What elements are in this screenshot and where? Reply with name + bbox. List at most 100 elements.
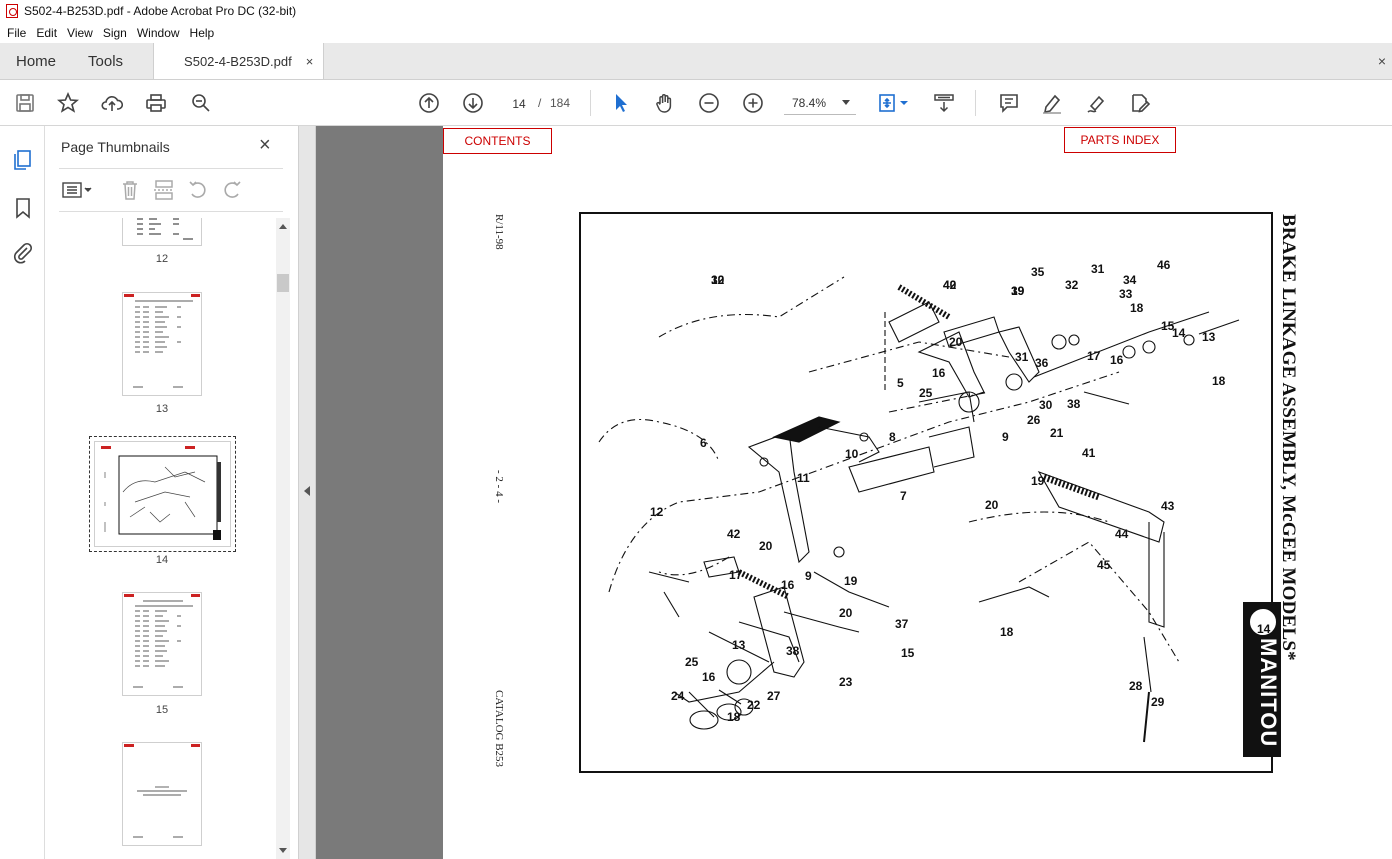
callout-number: 16	[781, 578, 795, 592]
callout-number: 9	[805, 569, 812, 583]
toolbar-divider	[590, 90, 591, 116]
page-number-input[interactable]: 14	[503, 92, 535, 114]
exploded-parts-diagram: 12 42 19353231344633181514 132031 36 17 161816…	[598, 258, 1271, 743]
callout-number: 20	[759, 539, 773, 553]
save-icon[interactable]	[13, 91, 37, 115]
upload-cloud-icon[interactable]	[100, 91, 124, 115]
callout-number: 43	[1161, 499, 1175, 513]
menu-help[interactable]: Help	[185, 26, 220, 40]
page-thumbnails-icon[interactable]	[11, 148, 35, 172]
contents-link[interactable]: CONTENTS	[443, 128, 552, 154]
callout-labels: 12 42 19353231344633181514 132031 36 17 161816…	[650, 258, 1271, 724]
highlight-pen-icon[interactable]	[1040, 91, 1064, 115]
chevron-down-icon[interactable]	[898, 91, 910, 115]
page-total: 184	[550, 96, 571, 110]
edit-pdf-icon[interactable]	[1128, 91, 1152, 115]
menu-view[interactable]: View	[62, 26, 98, 40]
callout-number: 41	[1082, 446, 1096, 460]
thumbnail-page[interactable]	[122, 742, 202, 846]
callout-number: 26	[1027, 413, 1041, 427]
sign-pen-icon[interactable]	[1084, 91, 1108, 115]
callout-number: 20	[985, 498, 999, 512]
select-cursor-icon[interactable]	[609, 91, 633, 115]
catalog-text: CATALOG B253	[493, 690, 505, 768]
rotate-left-icon[interactable]	[187, 179, 209, 204]
callout-number: 45	[1097, 558, 1111, 572]
tab-tools[interactable]: Tools	[72, 43, 139, 79]
callout-number: 25	[919, 386, 933, 400]
thumbnail-label: 13	[155, 403, 169, 415]
callout-number: 25	[685, 655, 699, 669]
callout-number: 30	[711, 273, 725, 287]
parts-index-link[interactable]: PARTS INDEX	[1064, 127, 1176, 153]
callout-number: 22	[747, 698, 761, 712]
menu-file[interactable]: File	[2, 26, 31, 40]
document-canvas[interactable]: CONTENTS PARTS INDEX R/11-98 - 2 - 4 - C…	[316, 126, 1392, 859]
callout-number: 13	[1202, 330, 1216, 344]
diagram-heading: BRAKE LINKAGE ASSEMBLY, McGEE MODELS*	[1278, 214, 1299, 661]
zoom-search-icon[interactable]	[189, 91, 213, 115]
menu-edit[interactable]: Edit	[31, 26, 62, 40]
extract-page-icon[interactable]	[153, 179, 175, 204]
tab-document[interactable]: S502-4-B253D.pdf ×	[153, 43, 325, 79]
callout-number: 7	[900, 489, 907, 503]
zoom-out-icon[interactable]	[697, 91, 721, 115]
thumbnail-page[interactable]	[122, 218, 202, 246]
callout-number: 18	[1000, 625, 1014, 639]
callout-number: 37	[895, 617, 909, 631]
menu-window[interactable]: Window	[132, 26, 185, 40]
print-icon[interactable]	[144, 91, 168, 115]
scroll-up-icon[interactable]	[279, 224, 287, 229]
toolbar	[0, 80, 1392, 126]
thumbnail-scrollbar[interactable]	[276, 218, 290, 859]
menu-sign[interactable]: Sign	[98, 26, 132, 40]
callout-number: 16	[1110, 353, 1124, 367]
callout-number: 31	[1015, 350, 1029, 364]
thumbnail-page[interactable]	[122, 292, 202, 396]
callout-number: 19	[844, 574, 858, 588]
callout-number: 18	[727, 710, 741, 724]
callout-number: 38	[786, 644, 800, 658]
callout-number: 39	[1011, 284, 1025, 298]
previous-page-icon[interactable]	[417, 91, 441, 115]
thumbnail-page-selected[interactable]	[94, 441, 231, 547]
hand-tool-icon[interactable]	[653, 91, 677, 115]
acrobat-app-icon	[6, 4, 18, 18]
callout-number: 5	[897, 376, 904, 390]
comment-icon[interactable]	[997, 91, 1021, 115]
thumbnail-page[interactable]	[122, 592, 202, 696]
bookmark-star-icon[interactable]	[56, 91, 80, 115]
tab-home[interactable]: Home	[0, 43, 72, 79]
fit-page-icon[interactable]	[876, 91, 900, 115]
scroll-thumb[interactable]	[277, 274, 289, 292]
close-window-icon[interactable]: ×	[1378, 53, 1386, 69]
close-tab-icon[interactable]: ×	[306, 54, 314, 69]
close-panel-icon[interactable]: ×	[259, 134, 271, 157]
callout-number: 44	[1115, 527, 1129, 541]
callout-number: 18	[1212, 374, 1226, 388]
delete-page-icon[interactable]	[119, 179, 141, 204]
callout-number: 14	[1257, 622, 1271, 636]
pdf-page: CONTENTS PARTS INDEX R/11-98 - 2 - 4 - C…	[443, 126, 1392, 859]
callout-number: 15	[901, 646, 915, 660]
callout-number: 13	[732, 638, 746, 652]
scroll-down-icon[interactable]	[279, 848, 287, 853]
bookmarks-icon[interactable]	[11, 196, 35, 220]
callout-number: 29	[1151, 695, 1165, 709]
callout-number: 19	[1031, 474, 1045, 488]
panel-splitter[interactable]	[298, 126, 316, 859]
zoom-in-icon[interactable]	[741, 91, 765, 115]
callout-number: 23	[839, 675, 853, 689]
window-title: S502-4-B253D.pdf - Adobe Acrobat Pro DC …	[24, 4, 297, 18]
callout-number: 21	[1050, 426, 1064, 440]
next-page-icon[interactable]	[461, 91, 485, 115]
rotate-right-icon[interactable]	[221, 179, 243, 204]
collapse-panel-icon[interactable]	[304, 486, 310, 496]
callout-number: 28	[1129, 679, 1143, 693]
title-bar: S502-4-B253D.pdf - Adobe Acrobat Pro DC …	[0, 0, 1392, 22]
thumbnail-tools	[59, 178, 283, 202]
zoom-dropdown[interactable]: 78.4%	[784, 91, 856, 115]
attachments-icon[interactable]	[11, 241, 35, 265]
scroll-mode-icon[interactable]	[932, 91, 956, 115]
thumbnail-options-icon[interactable]	[61, 180, 95, 203]
